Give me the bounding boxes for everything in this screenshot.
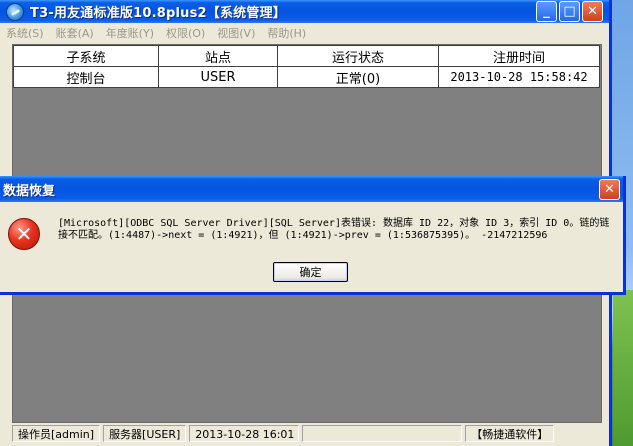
dialog-close-button[interactable]: ✕ [599,179,620,200]
close-button[interactable]: ✕ [582,1,603,22]
status-spacer [302,424,463,442]
menu-system[interactable]: 系统(S) [0,25,50,41]
menu-account[interactable]: 账套(A) [50,25,100,41]
main-titlebar[interactable]: T3-用友通标准版10.8plus2【系统管理】 _ □ ✕ [0,0,609,23]
dialog-titlebar[interactable]: 数据恢复 ✕ [0,176,623,202]
menu-permission[interactable]: 权限(O) [160,25,211,41]
cell-status: 正常(0) [277,66,439,88]
status-bar: 操作员[admin] 服务器[USER] 2013-10-28 16:01 【畅… [12,423,600,443]
minimize-button[interactable]: _ [536,1,557,22]
error-message: [Microsoft][ODBC SQL Server Driver][SQL … [58,218,610,241]
dialog-title: 数据恢复 [3,183,56,199]
menu-bar: 系统(S) 账套(A) 年度账(Y) 权限(O) 视图(V) 帮助(H) [0,23,609,43]
status-brand: 【畅捷通软件】 [465,424,555,442]
column-header-register-time[interactable]: 注册时间 [438,45,600,67]
column-header-subsystem[interactable]: 子系统 [13,45,159,67]
table-row[interactable]: 控制台 USER 正常(0) 2013-10-28 15:58:42 [13,66,600,88]
status-datetime: 2013-10-28 16:01 [189,424,300,442]
cell-subsystem: 控制台 [13,66,159,88]
menu-view[interactable]: 视图(V) [211,25,261,41]
cell-site: USER [158,66,278,88]
cell-register-time: 2013-10-28 15:58:42 [438,66,600,88]
status-operator: 操作员[admin] [12,424,101,442]
column-header-status[interactable]: 运行状态 [277,45,439,67]
table-header-row: 子系统 站点 运行状态 注册时间 [13,45,600,67]
restore-error-dialog: 数据恢复 ✕ ✕ [Microsoft][ODBC SQL Server Dri… [0,176,626,295]
subsystem-table: 子系统 站点 运行状态 注册时间 控制台 USER 正常(0) 2013-10-… [13,45,600,88]
window-title: T3-用友通标准版10.8plus2【系统管理】 [30,6,286,21]
menu-help[interactable]: 帮助(H) [261,25,312,41]
desktop-background [613,290,633,446]
status-server: 服务器[USER] [103,424,187,442]
error-icon: ✕ [8,218,40,250]
maximize-button[interactable]: □ [559,1,580,22]
app-icon [6,2,24,21]
menu-year-account[interactable]: 年度账(Y) [100,25,160,41]
column-header-site[interactable]: 站点 [158,45,278,67]
ok-button[interactable]: 确定 [273,262,348,282]
